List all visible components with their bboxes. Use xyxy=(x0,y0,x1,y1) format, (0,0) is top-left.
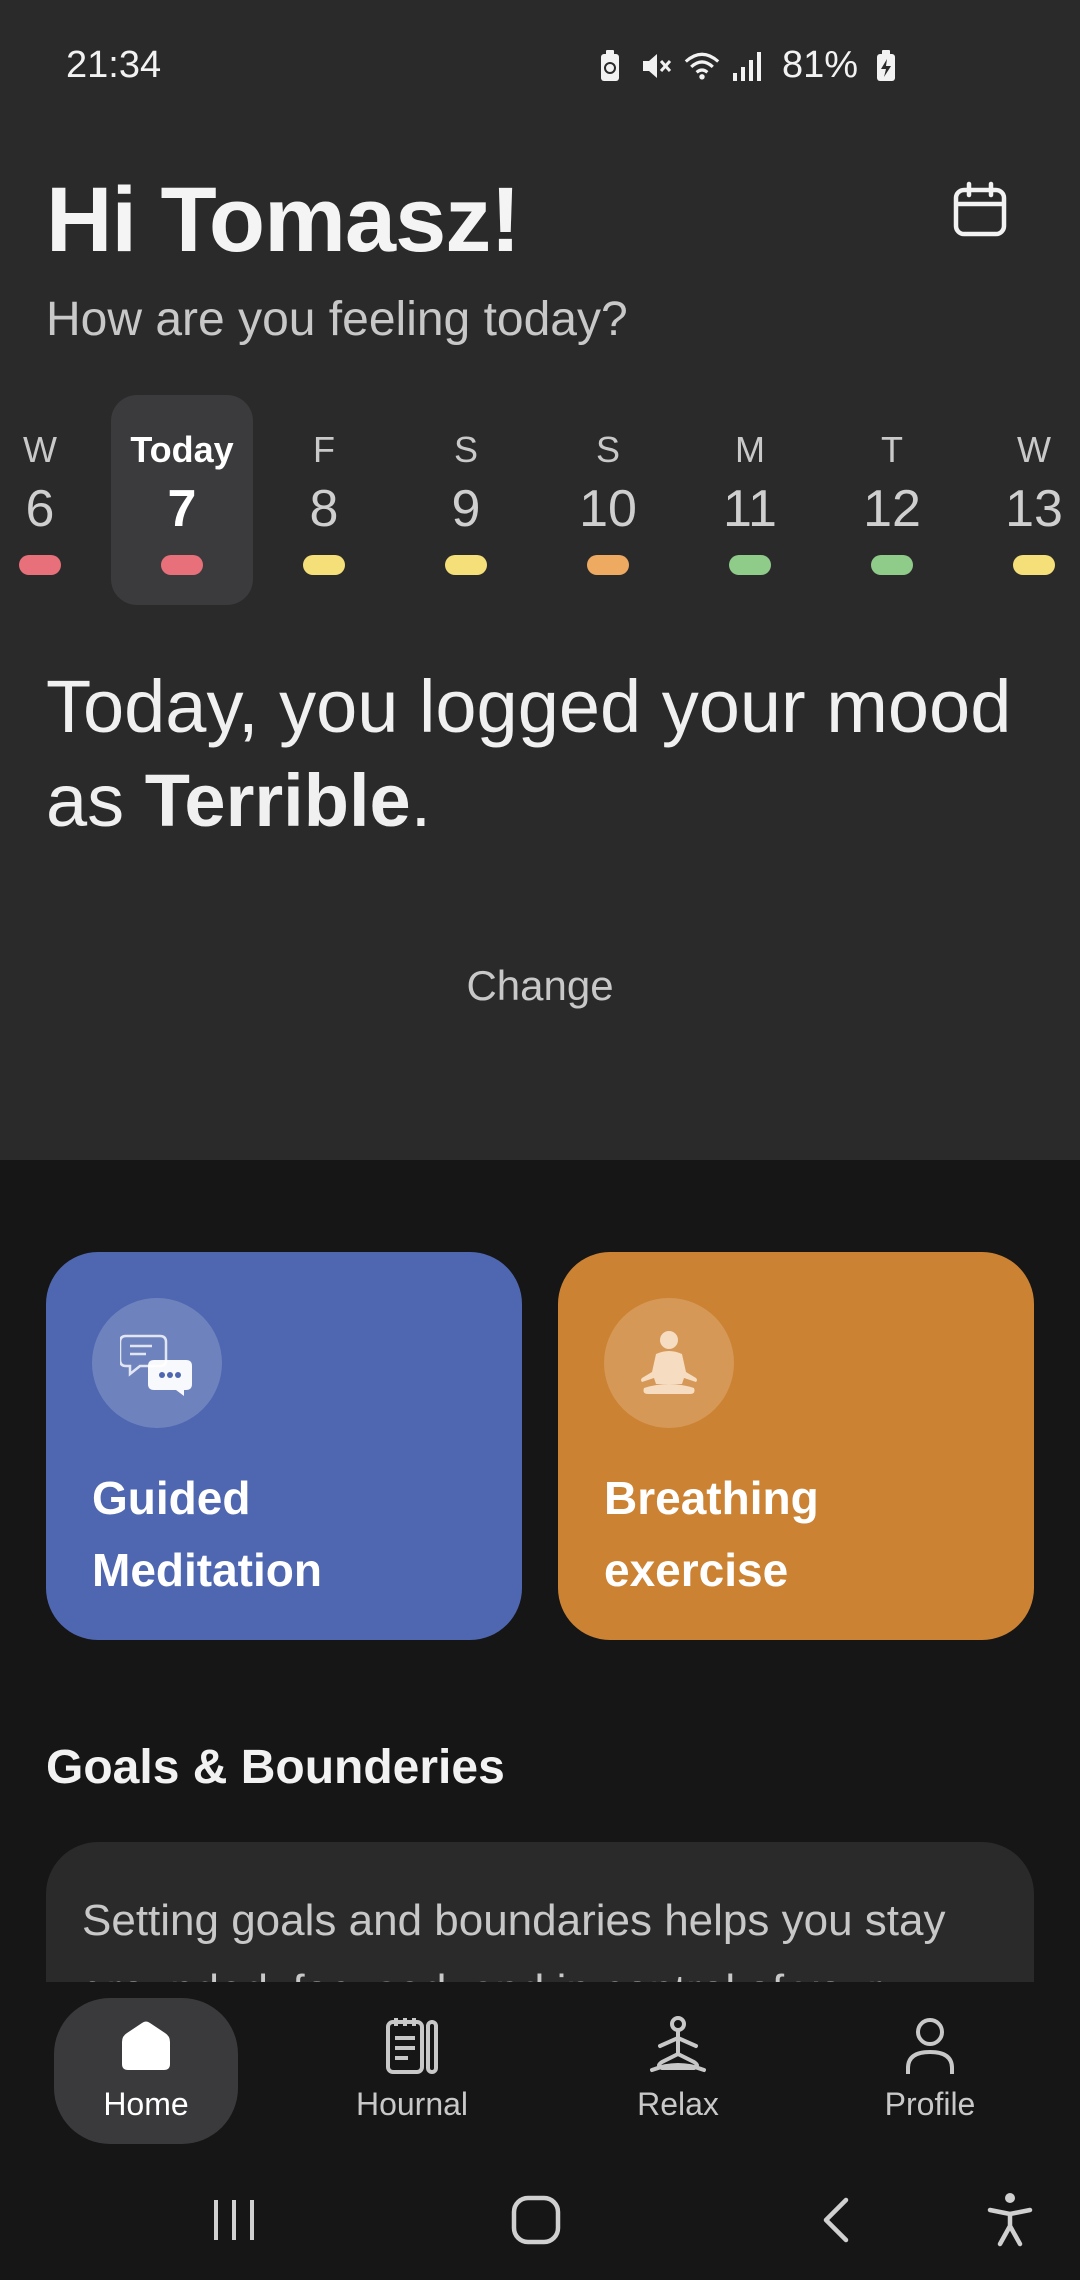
day-number: 7 xyxy=(167,480,197,538)
mood-indicator xyxy=(161,555,203,575)
status-time: 21:34 xyxy=(66,44,162,86)
battery-percent: 81% xyxy=(781,44,858,86)
mood-indicator xyxy=(871,555,913,575)
mood-indicator xyxy=(587,555,629,575)
breathing-exercise-card[interactable]: Breathing exercise xyxy=(558,1252,1034,1640)
icon-circle xyxy=(604,1298,734,1428)
day-number: 11 xyxy=(723,480,777,538)
greeting-subtitle: How are you feeling today? xyxy=(46,293,628,346)
nav-home[interactable]: Home xyxy=(54,1998,238,2144)
profile-icon xyxy=(906,2018,954,2074)
nav-label: Home xyxy=(103,2086,189,2122)
nav-label: Hournal xyxy=(355,2086,469,2122)
calendar-icon xyxy=(953,181,1007,237)
day-number: 13 xyxy=(1005,480,1063,538)
nav-relax[interactable]: Relax xyxy=(586,1998,770,2144)
nav-profile[interactable]: Profile xyxy=(838,1998,1022,2144)
journal-icon xyxy=(386,2018,438,2074)
nav-journal[interactable]: Hournal xyxy=(320,1998,504,2144)
day-of-week: S xyxy=(453,429,478,470)
bottom-navigation: Home Hournal Relax Profile xyxy=(0,1982,1080,2160)
mood-suffix: . xyxy=(410,759,432,842)
day-6[interactable]: W 6 xyxy=(0,395,111,605)
day-11[interactable]: M 11 xyxy=(679,395,821,605)
screen: 21:34 81% Hi Tomasz! How are you feeling… xyxy=(0,0,1080,2280)
home-button-icon[interactable] xyxy=(504,2188,568,2252)
mood-indicator xyxy=(729,555,771,575)
day-of-week: Today xyxy=(130,429,234,470)
change-mood-button[interactable]: Change xyxy=(0,962,1080,1010)
recent-apps-icon[interactable] xyxy=(202,2188,266,2252)
goals-section-title: Goals & Bounderies xyxy=(46,1741,505,1794)
nav-label: Relax xyxy=(637,2086,719,2122)
relax-pose-icon xyxy=(650,2016,706,2072)
status-icons: 81% xyxy=(592,44,904,87)
panel-curve xyxy=(0,1100,1080,1150)
back-icon[interactable] xyxy=(806,2188,870,2252)
mute-icon xyxy=(638,46,674,86)
status-bar: 21:34 81% xyxy=(0,0,1080,130)
day-8[interactable]: F 8 xyxy=(253,395,395,605)
day-number: 12 xyxy=(863,480,921,538)
day-number: 10 xyxy=(579,480,637,538)
home-icon xyxy=(122,2021,170,2070)
week-strip: W 6 Today 7 F 8 S 9 S 10 M 11 T 12 W 13 xyxy=(0,395,1080,605)
nav-label: Profile xyxy=(884,2086,976,2122)
system-navigation-bar xyxy=(0,2160,1080,2280)
day-of-week: W xyxy=(23,429,57,470)
day-13[interactable]: W 13 xyxy=(963,395,1080,605)
day-number: 8 xyxy=(309,480,339,538)
signal-icon xyxy=(730,46,766,86)
day-of-week: M xyxy=(735,429,765,470)
mood-indicator xyxy=(303,555,345,575)
day-of-week: W xyxy=(1017,429,1051,470)
day-10[interactable]: S 10 xyxy=(537,395,679,605)
mood-value: Terrible xyxy=(144,759,411,842)
day-number: 9 xyxy=(451,480,481,538)
mood-indicator xyxy=(445,555,487,575)
guided-meditation-card[interactable]: Guided Meditation xyxy=(46,1252,522,1640)
wifi-icon xyxy=(684,46,720,86)
mood-indicator xyxy=(19,555,61,575)
goals-description: Setting goals and boundaries helps you s… xyxy=(82,1896,946,1982)
day-number: 6 xyxy=(25,480,55,538)
greeting-title: Hi Tomasz! xyxy=(46,169,521,271)
day-of-week: F xyxy=(313,429,335,470)
chat-bubbles-icon xyxy=(120,1334,192,1396)
meditation-pose-icon xyxy=(641,1331,697,1394)
mood-statement: Today, you logged your mood as Terrible. xyxy=(46,660,1046,848)
card-title: Guided Meditation xyxy=(92,1472,322,1596)
day-9[interactable]: S 9 xyxy=(395,395,537,605)
battery-saver-icon xyxy=(592,46,628,86)
accessibility-icon[interactable] xyxy=(978,2188,1042,2252)
day-of-week: S xyxy=(595,429,620,470)
card-title: Breathing exercise xyxy=(604,1472,819,1596)
battery-charging-icon xyxy=(868,46,904,86)
day-7-today[interactable]: Today 7 xyxy=(111,395,253,605)
day-12[interactable]: T 12 xyxy=(821,395,963,605)
day-of-week: T xyxy=(881,429,903,470)
goals-card[interactable]: Setting goals and boundaries helps you s… xyxy=(46,1842,1034,1982)
mood-indicator xyxy=(1013,555,1055,575)
icon-circle xyxy=(92,1298,222,1428)
calendar-button[interactable] xyxy=(950,180,1010,240)
